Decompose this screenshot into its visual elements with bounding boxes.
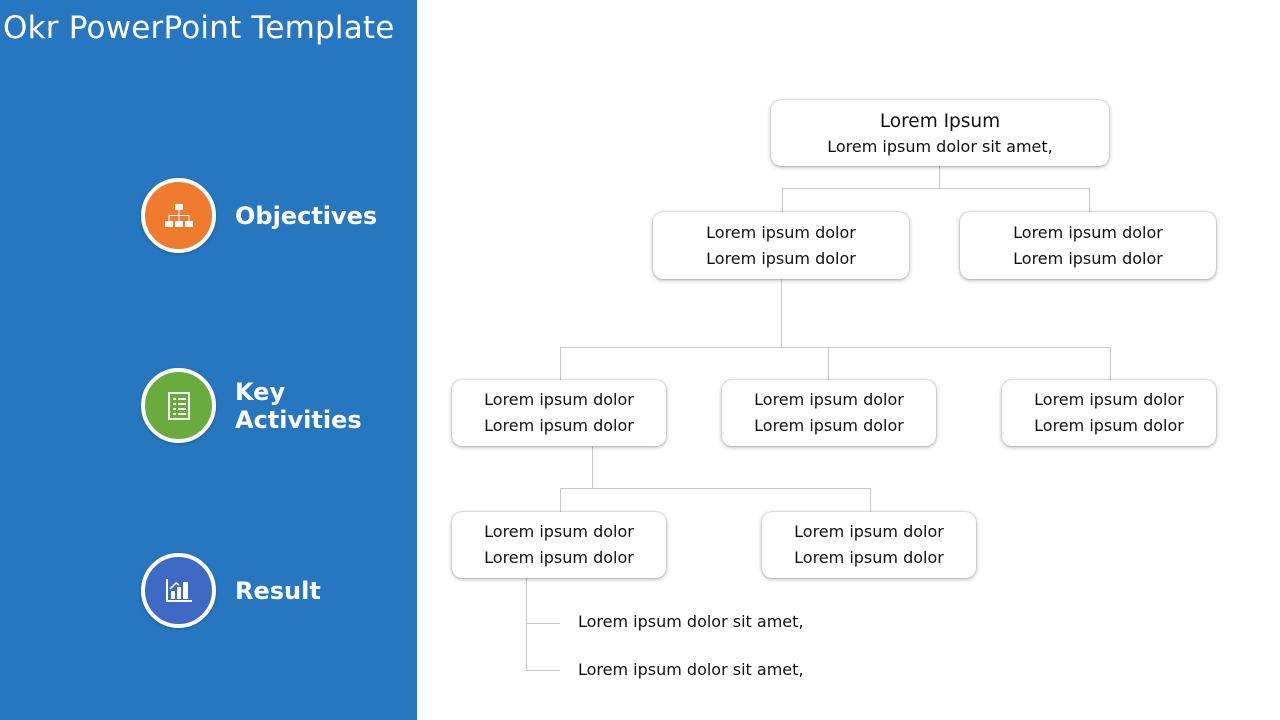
result-icon-circle xyxy=(141,553,216,628)
org-node-root: Lorem Ipsum Lorem ipsum dolor sit amet, xyxy=(771,100,1109,166)
connector-line xyxy=(526,623,560,624)
okr-item-objectives: Objectives xyxy=(141,178,377,253)
root-node-title: Lorem Ipsum xyxy=(879,110,1001,132)
sub-item-text: Lorem ipsum dolor sit amet, xyxy=(578,660,804,679)
node-line: Lorem ipsum dolor xyxy=(484,390,634,409)
node-line: Lorem ipsum dolor xyxy=(484,416,634,435)
node-line: Lorem ipsum dolor xyxy=(754,416,904,435)
key-activities-label: Key Activities xyxy=(235,378,362,434)
node-line: Lorem ipsum dolor xyxy=(1034,416,1184,435)
connector-line xyxy=(526,578,527,670)
node-line: Lorem ipsum dolor xyxy=(1013,248,1163,268)
node-line: Lorem ipsum dolor xyxy=(754,390,904,409)
sub-item-text: Lorem ipsum dolor sit amet, xyxy=(578,612,804,631)
result-label: Result xyxy=(235,577,321,605)
node-line: Lorem ipsum dolor xyxy=(706,248,856,268)
result-label-line: Result xyxy=(235,576,321,605)
node-line: Lorem ipsum dolor xyxy=(1034,390,1184,409)
objectives-icon-circle xyxy=(141,178,216,253)
node-line: Lorem ipsum dolor xyxy=(706,222,856,242)
connector-line xyxy=(782,188,783,212)
org-node-level2: Lorem ipsum dolor Lorem ipsum dolor xyxy=(452,380,666,446)
sidebar-panel: Okr PowerPoint Template Objectives Key A… xyxy=(0,0,417,720)
okr-item-key-activities: Key Activities xyxy=(141,368,362,443)
connector-line xyxy=(560,347,561,380)
connector-line xyxy=(592,446,593,489)
key-activities-icon-circle xyxy=(141,368,216,443)
connector-line xyxy=(560,347,1111,348)
connector-line xyxy=(781,279,782,348)
connector-line xyxy=(1110,347,1111,380)
connector-line xyxy=(782,188,1090,189)
connector-line xyxy=(828,347,829,380)
node-line: Lorem ipsum dolor xyxy=(484,522,634,541)
key-activities-label-line-1: Key xyxy=(235,377,286,406)
hierarchy-icon xyxy=(164,203,193,227)
checklist-icon xyxy=(167,391,190,420)
org-node-level2: Lorem ipsum dolor Lorem ipsum dolor xyxy=(722,380,936,446)
connector-line xyxy=(870,488,871,512)
org-node-level2: Lorem ipsum dolor Lorem ipsum dolor xyxy=(1002,380,1216,446)
objectives-label-line: Objectives xyxy=(235,201,378,230)
connector-line xyxy=(560,488,871,489)
key-activities-label-line-2: Activities xyxy=(235,405,362,434)
connector-line xyxy=(939,166,940,189)
node-line: Lorem ipsum dolor xyxy=(484,548,634,567)
bar-chart-icon xyxy=(165,578,192,602)
okr-item-result: Result xyxy=(141,553,321,628)
org-node-level1: Lorem ipsum dolor Lorem ipsum dolor xyxy=(653,212,909,279)
slide-title: Okr PowerPoint Template xyxy=(3,10,395,46)
org-node-level1: Lorem ipsum dolor Lorem ipsum dolor xyxy=(960,212,1216,279)
org-node-level3: Lorem ipsum dolor Lorem ipsum dolor xyxy=(452,512,666,578)
connector-line xyxy=(526,670,560,671)
node-line: Lorem ipsum dolor xyxy=(794,522,944,541)
objectives-label: Objectives xyxy=(235,202,377,230)
node-line: Lorem ipsum dolor xyxy=(1013,222,1163,242)
node-line: Lorem ipsum dolor xyxy=(794,548,944,567)
connector-line xyxy=(560,488,561,512)
root-node-subtitle: Lorem ipsum dolor sit amet, xyxy=(827,136,1053,156)
connector-line xyxy=(1089,188,1090,212)
org-node-level3: Lorem ipsum dolor Lorem ipsum dolor xyxy=(762,512,976,578)
